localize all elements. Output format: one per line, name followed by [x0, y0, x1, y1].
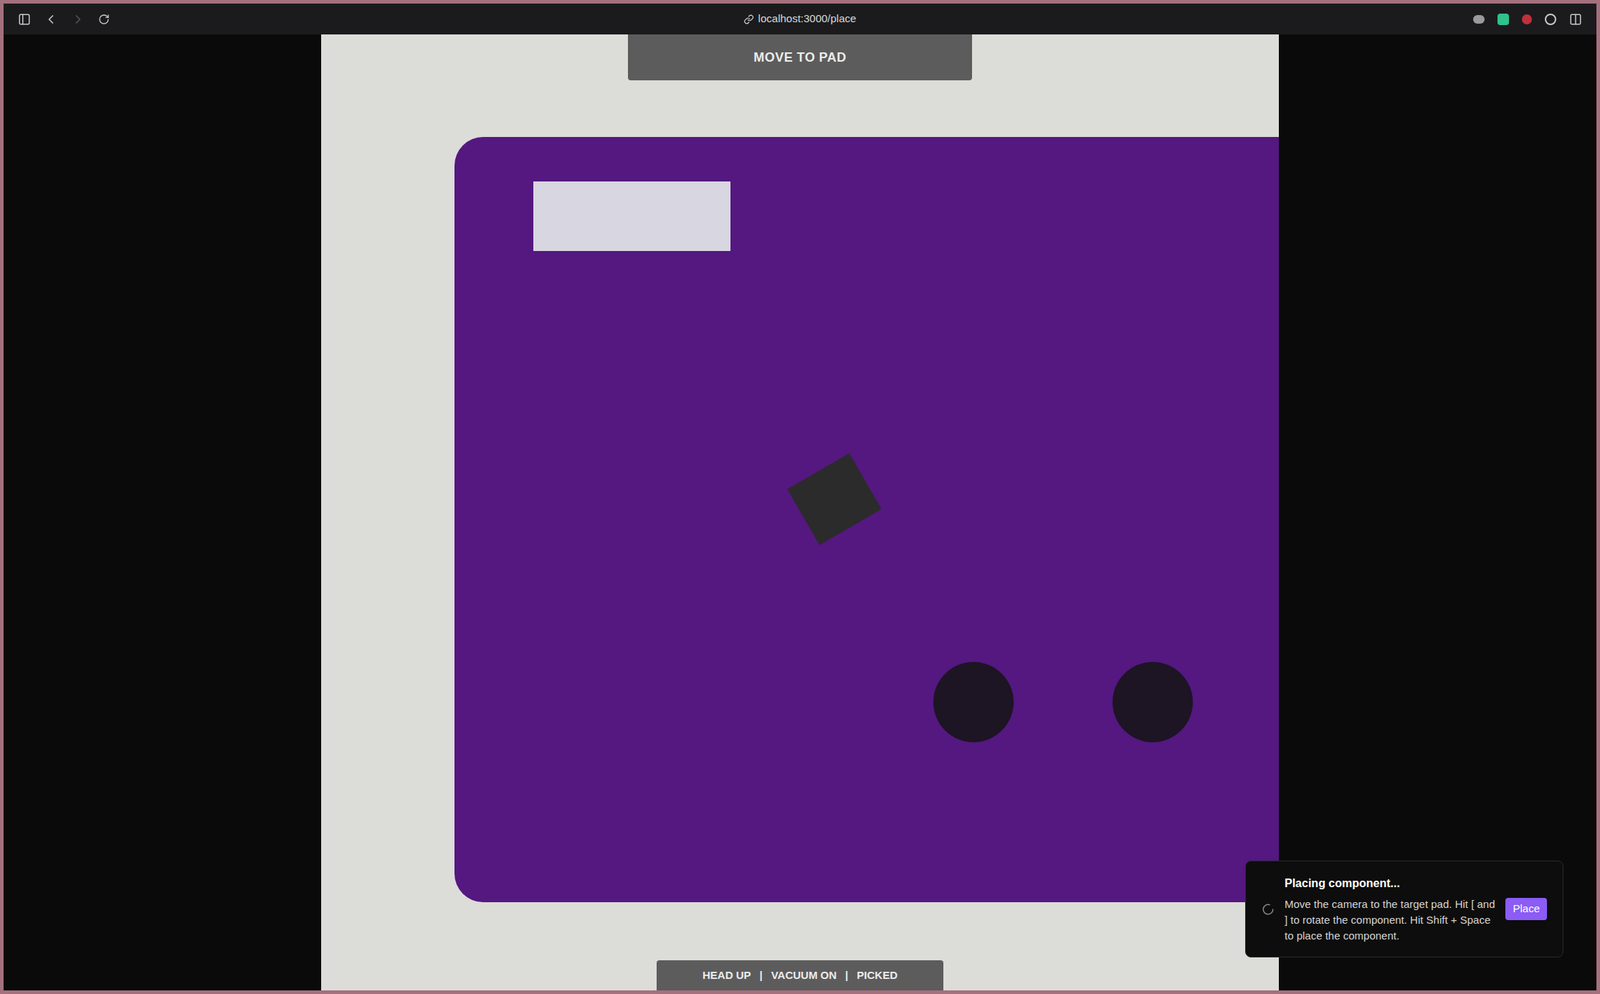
browser-window: localhost:3000/place MOVE TO PAD HEAD UP | V… [0, 0, 1600, 994]
spinner-icon [1261, 902, 1275, 916]
status-item: PICKED [856, 967, 898, 984]
toast-message: Move the camera to the target pad. Hit [… [1284, 896, 1496, 944]
camera-feed: MOVE TO PAD HEAD UP | VACUUM ON | PICKED [321, 34, 1279, 990]
status-bar: HEAD UP | VACUUM ON | PICKED [656, 959, 944, 990]
component-chip [787, 453, 882, 545]
split-view-icon[interactable] [1569, 12, 1583, 26]
board-logo [533, 181, 731, 251]
reader-icon[interactable] [1544, 13, 1557, 26]
url-text: localhost:3000/place [758, 10, 857, 28]
address-bar[interactable]: localhost:3000/place [744, 10, 857, 28]
extension-icon[interactable] [1473, 15, 1485, 24]
extension-icon[interactable] [1521, 14, 1532, 25]
banner-text: MOVE TO PAD [753, 48, 846, 68]
reload-icon[interactable] [98, 13, 110, 26]
sidebar-icon[interactable] [17, 12, 31, 26]
board-pad [933, 661, 1014, 742]
status-separator: | [845, 967, 849, 984]
extension-icon[interactable] [1497, 13, 1509, 26]
page-content: MOVE TO PAD HEAD UP | VACUUM ON | PICKED Placi… [3, 34, 1597, 990]
status-item: HEAD UP [702, 967, 752, 984]
instruction-banner: MOVE TO PAD [627, 34, 973, 81]
status-item: VACUUM ON [771, 967, 837, 984]
browser-toolbar: localhost:3000/place [3, 3, 1597, 35]
link-icon [744, 14, 755, 25]
pcb-board [454, 136, 1279, 902]
board-pad [1112, 661, 1193, 742]
place-button[interactable]: Place [1505, 897, 1547, 920]
back-icon[interactable] [43, 12, 59, 27]
toast-title: Placing component... [1284, 874, 1496, 892]
status-separator: | [759, 967, 763, 984]
forward-icon[interactable] [70, 12, 86, 27]
placing-toast: Placing component... Move the camera to t… [1245, 860, 1564, 957]
